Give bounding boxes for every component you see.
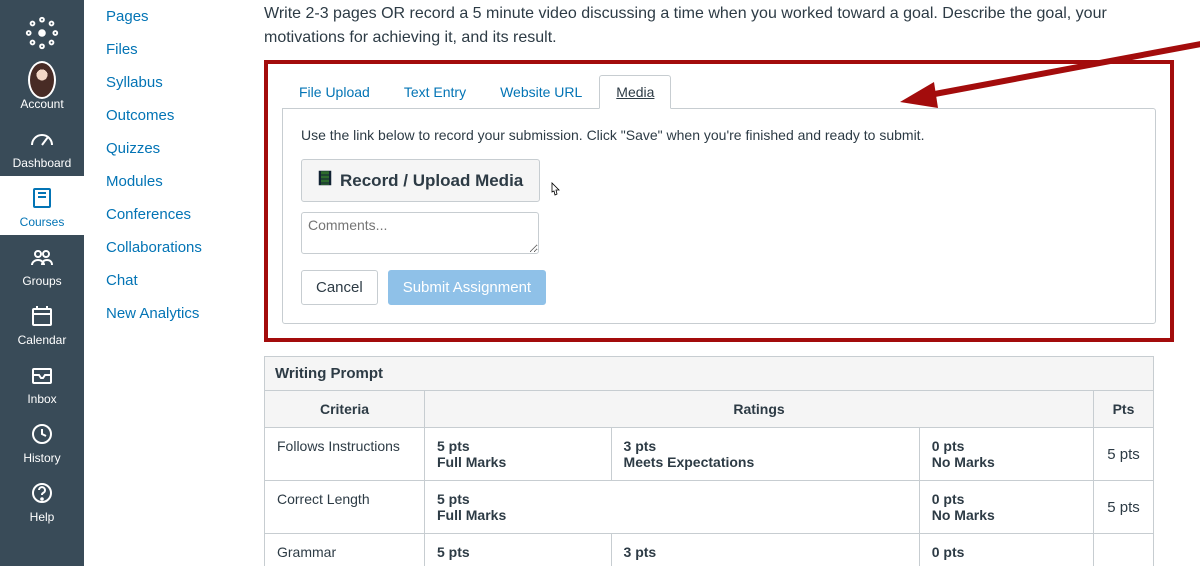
- nav-calendar-label: Calendar: [18, 333, 67, 347]
- tab-text-entry[interactable]: Text Entry: [387, 75, 483, 108]
- course-nav-pages[interactable]: Pages: [106, 0, 248, 33]
- course-nav-syllabus[interactable]: Syllabus: [106, 66, 248, 99]
- help-icon: [28, 479, 56, 507]
- nav-help[interactable]: Help: [0, 471, 84, 530]
- rubric-header-ratings: Ratings: [425, 391, 1094, 428]
- rubric-total-pts: 5 pts: [1094, 428, 1154, 481]
- course-nav-files[interactable]: Files: [106, 33, 248, 66]
- rubric-row: Correct Length5 ptsFull Marks0 ptsNo Mar…: [265, 481, 1154, 534]
- nav-inbox[interactable]: Inbox: [0, 353, 84, 412]
- inbox-icon: [28, 361, 56, 389]
- rubric-title: Writing Prompt: [264, 356, 1154, 390]
- rubric-criterion: Follows Instructions: [265, 428, 425, 481]
- nav-dashboard[interactable]: Dashboard: [0, 117, 84, 176]
- course-nav-quizzes[interactable]: Quizzes: [106, 132, 248, 165]
- nav-account-label: Account: [20, 97, 63, 111]
- nav-groups[interactable]: Groups: [0, 235, 84, 294]
- course-nav-modules[interactable]: Modules: [106, 165, 248, 198]
- rubric-header-pts: Pts: [1094, 391, 1154, 428]
- rubric-rating: 0 pts: [919, 534, 1093, 566]
- rubric-table: Writing Prompt Criteria Ratings Pts Foll…: [264, 356, 1154, 566]
- nav-inbox-label: Inbox: [27, 392, 56, 406]
- rubric-rating: 3 ptsMeets Expectations: [611, 428, 919, 481]
- rubric-rating: 5 pts: [425, 534, 612, 566]
- course-nav-collaborations[interactable]: Collaborations: [106, 231, 248, 264]
- book-icon: [28, 184, 56, 212]
- assignment-prompt: Write 2-3 pages OR record a 5 minute vid…: [264, 2, 1134, 50]
- nav-groups-label: Groups: [22, 274, 61, 288]
- nav-history[interactable]: History: [0, 412, 84, 471]
- course-nav: Pages Files Syllabus Outcomes Quizzes Mo…: [84, 0, 264, 566]
- film-icon: [318, 170, 332, 191]
- course-nav-outcomes[interactable]: Outcomes: [106, 99, 248, 132]
- submit-assignment-button[interactable]: Submit Assignment: [388, 270, 546, 305]
- rubric-total-pts: [1094, 534, 1154, 566]
- tab-website-url[interactable]: Website URL: [483, 75, 599, 108]
- nav-account[interactable]: Account: [0, 58, 84, 117]
- rubric-rating: 3 pts: [611, 534, 919, 566]
- calendar-icon: [28, 302, 56, 330]
- course-nav-conferences[interactable]: Conferences: [106, 198, 248, 231]
- media-instruction: Use the link below to record your submis…: [301, 127, 1137, 143]
- course-nav-new-analytics[interactable]: New Analytics: [106, 297, 248, 330]
- comments-input[interactable]: [301, 212, 539, 254]
- rubric-rating: 5 ptsFull Marks: [425, 481, 920, 534]
- rubric-rating: 0 ptsNo Marks: [919, 481, 1093, 534]
- nav-calendar[interactable]: Calendar: [0, 294, 84, 353]
- submit-button-row: Cancel Submit Assignment: [301, 270, 1137, 305]
- cancel-button[interactable]: Cancel: [301, 270, 378, 305]
- avatar-icon: [28, 66, 56, 94]
- nav-help-label: Help: [30, 510, 55, 524]
- nav-dashboard-label: Dashboard: [13, 156, 72, 170]
- record-upload-media-button[interactable]: Record / Upload Media: [301, 159, 540, 202]
- submission-highlight-box: File Upload Text Entry Website URL Media…: [264, 60, 1174, 342]
- clock-icon: [28, 420, 56, 448]
- canvas-logo[interactable]: [0, 0, 84, 58]
- cursor-pointer-icon: [548, 186, 562, 201]
- rubric-rating: 0 ptsNo Marks: [919, 428, 1093, 481]
- rubric-row: Follows Instructions5 ptsFull Marks3 pts…: [265, 428, 1154, 481]
- rubric-criterion: Grammar: [265, 534, 425, 566]
- nav-courses-label: Courses: [20, 215, 65, 229]
- course-nav-chat[interactable]: Chat: [106, 264, 248, 297]
- nav-history-label: History: [23, 451, 60, 465]
- rubric-rating: 5 ptsFull Marks: [425, 428, 612, 481]
- rubric-header-criteria: Criteria: [265, 391, 425, 428]
- media-tab-panel: Use the link below to record your submis…: [282, 108, 1156, 324]
- main-content: Write 2-3 pages OR record a 5 minute vid…: [264, 0, 1200, 566]
- tab-file-upload[interactable]: File Upload: [282, 75, 387, 108]
- rubric-total-pts: 5 pts: [1094, 481, 1154, 534]
- submission-tabs: File Upload Text Entry Website URL Media: [268, 64, 1170, 108]
- canvas-logo-icon: [23, 14, 61, 52]
- rubric-criterion: Correct Length: [265, 481, 425, 534]
- nav-courses[interactable]: Courses: [0, 176, 84, 235]
- speedometer-icon: [28, 125, 56, 153]
- groups-icon: [28, 243, 56, 271]
- global-nav: Account Dashboard Courses Groups Calenda…: [0, 0, 84, 566]
- record-button-label: Record / Upload Media: [340, 171, 523, 191]
- rubric-row: Grammar5 pts3 pts0 pts: [265, 534, 1154, 566]
- tab-media[interactable]: Media: [599, 75, 671, 109]
